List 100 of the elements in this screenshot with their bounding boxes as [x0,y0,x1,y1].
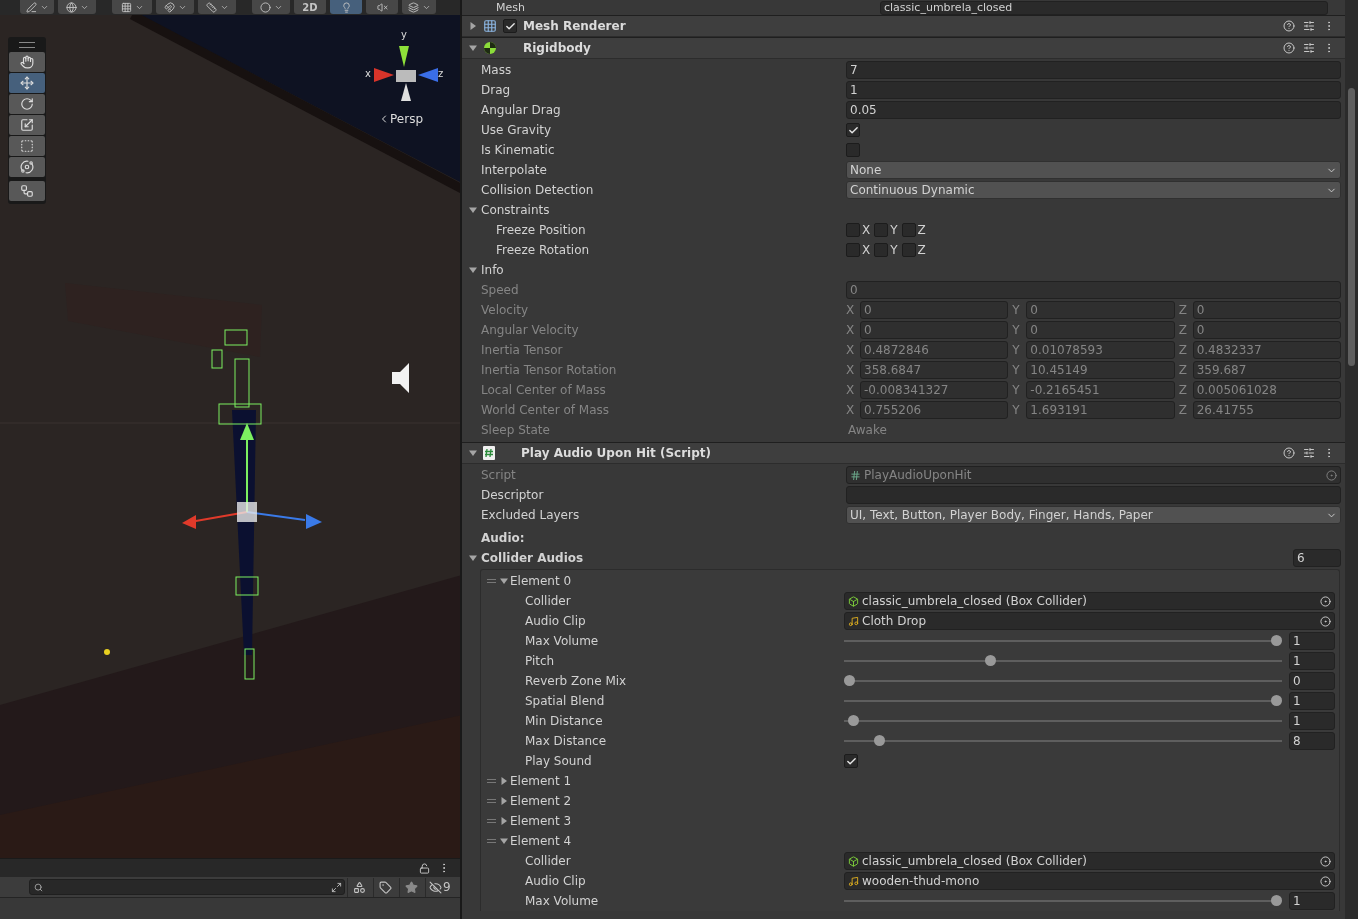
target-icon[interactable] [1326,469,1337,481]
layers-dropdown[interactable] [402,0,436,14]
hand-icon [20,55,34,69]
checkbox[interactable] [846,223,860,237]
slider-thumb[interactable] [848,715,860,726]
drag-handle-icon[interactable] [487,839,496,843]
slider-thumb[interactable] [1271,695,1282,706]
checkbox[interactable] [503,19,517,33]
object-field[interactable]: wooden-thud-mono [844,872,1335,890]
number-field[interactable]: 1 [1289,692,1335,710]
number-field[interactable]: 1 [1289,892,1335,910]
scale-tool-button[interactable] [9,115,45,135]
foldout-label[interactable]: Constraints [481,203,550,217]
tool-dropdown[interactable] [20,0,54,14]
checkbox[interactable] [901,243,916,257]
foldout-arrow-icon[interactable] [469,554,477,562]
element-label[interactable]: Element 4 [510,834,572,848]
grip-icon[interactable] [19,42,35,48]
ruler-dropdown[interactable] [198,0,236,14]
shading-dropdown[interactable] [252,0,290,14]
checkbox[interactable] [846,243,860,257]
foldout-label[interactable]: Info [481,263,504,277]
help-icon[interactable] [1283,42,1295,54]
foldout-arrow-icon[interactable] [500,837,508,845]
count-field[interactable]: 6 [1293,549,1341,567]
checkbox[interactable] [844,754,858,768]
checkbox[interactable] [874,243,889,257]
slider-thumb[interactable] [984,655,996,666]
checkbox[interactable] [901,223,916,237]
slider-thumb[interactable] [873,735,885,746]
lock-icon[interactable] [419,862,430,874]
foldout-arrow-icon[interactable] [469,44,477,52]
text-field[interactable]: 1 [846,81,1341,99]
drag-handle-icon[interactable] [487,579,496,583]
snap-dropdown[interactable] [156,0,194,14]
foldout-label[interactable]: Collider Audios [481,551,584,565]
component-header[interactable]: Mesh Renderer [462,15,1345,37]
foldout-arrow-icon[interactable] [469,266,477,274]
lighting-toggle[interactable] [330,0,362,14]
element-label[interactable]: Element 3 [510,814,572,828]
dropdown[interactable]: None [846,161,1341,179]
field-label: Freeze Position [496,223,586,237]
drag-handle-icon[interactable] [487,799,496,803]
object-field[interactable]: classic_umbrela_closed (Box Collider) [844,852,1335,870]
foldout-arrow-icon[interactable] [500,817,508,825]
slider-thumb[interactable] [1271,635,1282,646]
presets-icon[interactable] [1303,42,1315,54]
dropdown[interactable]: UI, Text, Button, Player Body, Finger, Hands, Paper [846,506,1341,524]
component-header[interactable]: Rigidbody [462,37,1345,59]
element-label[interactable]: Element 2 [510,794,572,808]
hand-tool-button[interactable] [9,52,45,72]
object-field[interactable]: classic_umbrela_closed (Box Collider) [844,592,1335,610]
slider-thumb[interactable] [1271,895,1282,906]
element-label[interactable]: Element 0 [510,574,572,588]
foldout-arrow-icon[interactable] [469,449,477,457]
drag-handle-icon[interactable] [487,819,496,823]
search-field[interactable] [29,879,345,895]
check-icon [504,20,516,32]
grid-dropdown[interactable] [112,0,152,14]
globe-dropdown[interactable] [58,0,96,14]
foldout-arrow-icon[interactable] [469,22,477,30]
foldout-arrow-icon[interactable] [500,797,508,805]
custom-tool-button[interactable] [9,181,45,201]
audio-toggle[interactable] [366,0,398,14]
music-note-icon [848,615,859,627]
help-icon[interactable] [1283,20,1295,32]
move-tool-button[interactable] [9,73,45,93]
field-label: Script [481,468,516,482]
foldout-arrow-icon[interactable] [469,206,477,214]
checkbox[interactable] [874,223,889,237]
text-field[interactable]: 0.05 [846,101,1341,119]
checkbox[interactable] [846,123,860,137]
drag-handle-icon[interactable] [487,779,496,783]
element-label[interactable]: Element 1 [510,774,572,788]
projection-toggle[interactable]: Persp [378,112,423,126]
dropdown[interactable]: Continuous Dynamic [846,181,1341,199]
component-header[interactable]: Play Audio Upon Hit (Script) [462,442,1345,464]
number-field[interactable]: 8 [1289,732,1335,750]
rotate-tool-button[interactable] [9,94,45,114]
help-icon[interactable] [1283,447,1295,459]
text-field[interactable]: 7 [846,61,1341,79]
number-field[interactable]: 1 [1289,712,1335,730]
2d-toggle[interactable]: 2D [294,0,326,14]
object-field[interactable]: classic_umbrela_closed [880,0,1328,15]
expand-icon[interactable] [331,881,342,893]
slider-thumb[interactable] [844,675,855,686]
scrollbar[interactable] [1345,0,1358,919]
number-field[interactable]: 1 [1289,632,1335,650]
presets-icon[interactable] [1303,20,1315,32]
number-field[interactable]: 0 [1289,672,1335,690]
foldout-arrow-icon[interactable] [500,577,508,585]
object-field[interactable]: Cloth Drop [844,612,1335,630]
rect-tool-button[interactable] [9,136,45,156]
rigidbody-icon [483,41,497,55]
number-field[interactable]: 1 [1289,652,1335,670]
field-label: Use Gravity [481,123,552,137]
checkbox[interactable] [846,143,860,157]
presets-icon[interactable] [1303,447,1315,459]
transform-tool-button[interactable] [9,157,45,177]
foldout-arrow-icon[interactable] [500,777,508,785]
